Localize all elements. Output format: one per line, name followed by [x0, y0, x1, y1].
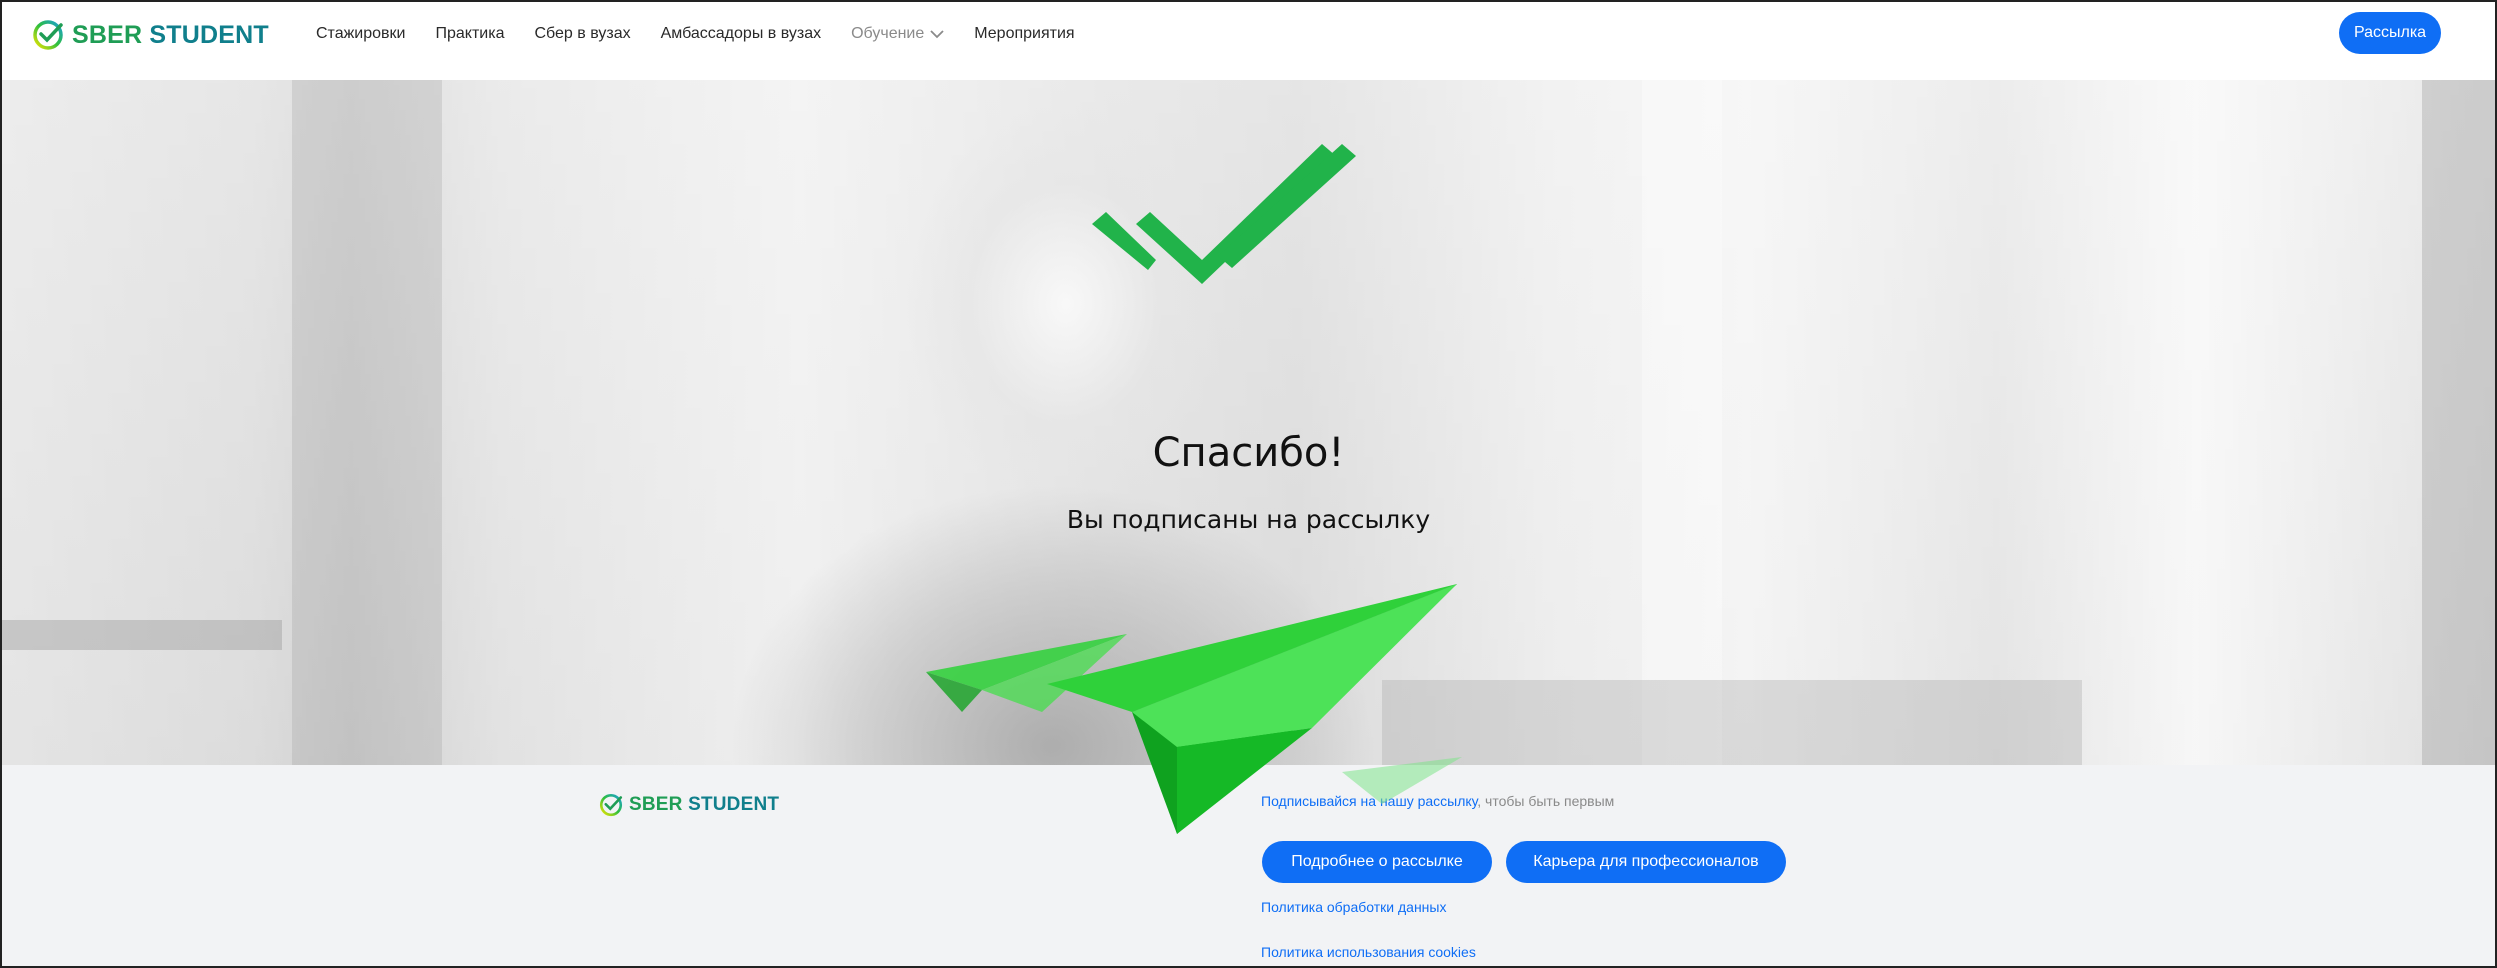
nav-item-internships[interactable]: Стажировки — [316, 25, 405, 43]
nav-item-ambassadors[interactable]: Амбассадоры в вузах — [661, 25, 822, 43]
footer-logo[interactable]: SBER STUDENT — [599, 793, 779, 817]
nav-item-practice[interactable]: Практика — [435, 25, 504, 43]
cookie-policy-link[interactable]: Политика использования cookies — [1261, 944, 1476, 960]
page-title: Спасибо! — [1152, 430, 1345, 476]
background-photo-element — [292, 80, 442, 765]
double-check-icon — [1092, 144, 1356, 284]
site-footer: SBER STUDENT Подписывайся на нашу рассыл… — [2, 765, 2495, 966]
subscribe-note-link[interactable]: Подписывайся на нашу рассылку — [1261, 793, 1477, 809]
career-for-professionals-button[interactable]: Карьера для профессионалов — [1506, 841, 1786, 883]
sber-student-logo[interactable]: SBER STUDENT — [32, 18, 269, 52]
background-photo-element — [2, 620, 282, 650]
footer-logo-text: SBER STUDENT — [629, 794, 780, 815]
main-nav: Стажировки Практика Сбер в вузах Амбасса… — [316, 2, 1105, 66]
sber-check-logo-icon — [33, 20, 63, 50]
newsletter-details-button[interactable]: Подробнее о рассылке — [1262, 841, 1492, 883]
hero-section: Спасибо! Вы подписаны на рассылку — [2, 80, 2495, 765]
chevron-down-icon — [930, 30, 944, 39]
subscribe-button[interactable]: Рассылка — [2339, 12, 2441, 54]
site-header: SBER STUDENT Стажировки Практика Сбер в … — [2, 2, 2495, 80]
background-photo-element — [1382, 680, 2082, 765]
subscribe-note: Подписывайся на нашу рассылку, чтобы быт… — [1261, 793, 1614, 809]
background-photo-element — [1642, 80, 1722, 765]
subscribe-note-text: , чтобы быть первым — [1477, 793, 1615, 809]
nav-item-events[interactable]: Мероприятия — [974, 25, 1074, 43]
nav-item-education-label: Обучение — [851, 25, 925, 42]
logo-text: SBER STUDENT — [72, 20, 269, 49]
page-subtitle: Вы подписаны на рассылку — [1066, 505, 1431, 534]
background-photo-element — [2422, 80, 2495, 765]
sber-check-logo-icon — [599, 793, 623, 817]
nav-item-sber-in-universities[interactable]: Сбер в вузах — [534, 25, 630, 43]
data-policy-link[interactable]: Политика обработки данных — [1261, 899, 1446, 915]
nav-item-education[interactable]: Обучение — [851, 25, 944, 43]
